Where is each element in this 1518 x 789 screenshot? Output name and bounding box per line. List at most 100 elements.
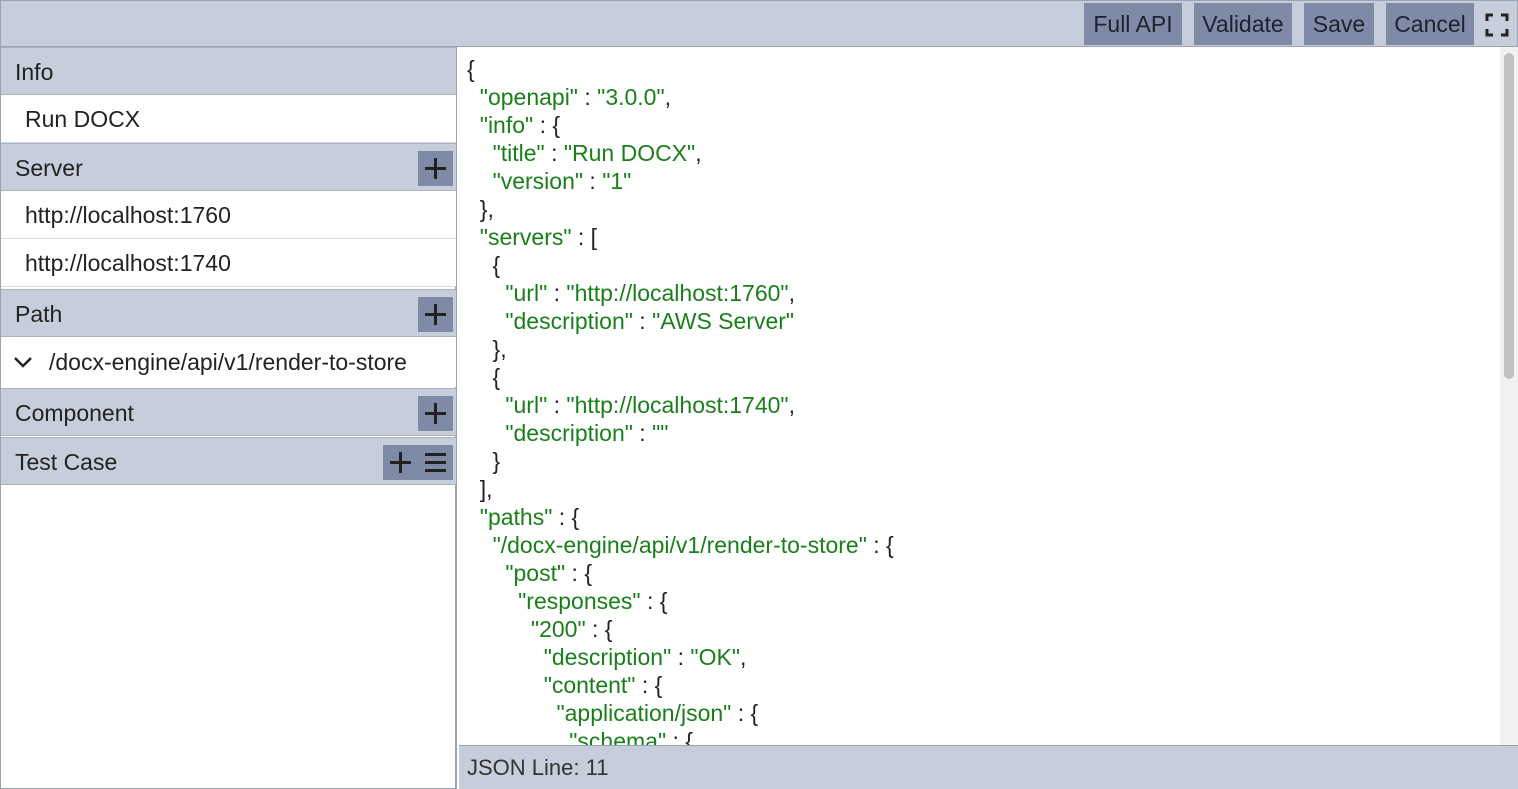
save-button[interactable]: Save (1304, 3, 1374, 45)
code-line[interactable]: "description" : "AWS Server" (467, 307, 894, 335)
code-line[interactable]: { (467, 251, 894, 279)
json-punct: : (671, 644, 691, 670)
json-key: "servers" (479, 224, 572, 250)
code-line[interactable]: "/docx-engine/api/v1/render-to-store" : … (467, 531, 894, 559)
top-toolbar: Full API Validate Save Cancel (0, 0, 1518, 47)
json-key: "url" (505, 280, 548, 306)
code-line[interactable]: "description" : "OK", (467, 643, 894, 671)
json-key: "info" (479, 112, 534, 138)
add-server-button[interactable] (418, 151, 453, 186)
info-item-title[interactable]: Run DOCX (1, 95, 456, 143)
component-header-label: Component (15, 400, 134, 426)
server-header-label: Server (15, 155, 83, 181)
json-line-status: JSON Line: 11 (467, 755, 609, 780)
code-line[interactable]: "content" : { (467, 671, 894, 699)
json-punct (467, 728, 569, 745)
json-key: "/docx-engine/api/v1/render-to-store" (492, 532, 867, 558)
code-line[interactable]: "application/json" : { (467, 699, 894, 727)
path-header-label: Path (15, 301, 63, 327)
json-key: "200" (530, 616, 586, 642)
cancel-button[interactable]: Cancel (1386, 3, 1474, 45)
server-section-header: Server (1, 143, 456, 191)
code-line[interactable]: "description" : "" (467, 419, 894, 447)
json-punct (467, 700, 556, 726)
code-line[interactable]: "url" : "http://localhost:1760", (467, 279, 894, 307)
json-punct (467, 168, 493, 194)
code-line[interactable]: { (467, 363, 894, 391)
json-key: "openapi" (479, 84, 578, 110)
left-panel: Info Run DOCX Server http://localhost:17… (0, 47, 457, 789)
json-punct: : (547, 392, 567, 418)
code-line[interactable]: "servers" : [ (467, 223, 894, 251)
test-case-section-header: Test Case (1, 437, 456, 485)
json-string: "" (652, 420, 669, 446)
json-punct (467, 616, 531, 642)
test-case-menu-button[interactable] (418, 445, 453, 480)
json-key: "title" (492, 140, 545, 166)
scrollbar-thumb[interactable] (1504, 53, 1514, 379)
code-line[interactable]: "version" : "1" (467, 167, 894, 195)
code-line[interactable]: }, (467, 195, 894, 223)
code-line[interactable]: "title" : "Run DOCX", (467, 139, 894, 167)
code-line[interactable]: "paths" : { (467, 503, 894, 531)
json-punct: : { (552, 504, 580, 530)
json-punct: : { (635, 672, 663, 698)
server-item[interactable]: http://localhost:1760 (1, 191, 456, 239)
code-line[interactable]: "responses" : { (467, 587, 894, 615)
add-test-case-button[interactable] (383, 445, 418, 480)
editor-scrollbar[interactable] (1500, 47, 1518, 745)
code-line[interactable]: "url" : "http://localhost:1740", (467, 391, 894, 419)
json-punct: : (544, 140, 564, 166)
json-code[interactable]: { "openapi" : "3.0.0", "info" : { "title… (467, 55, 894, 745)
json-punct: ], (467, 476, 493, 502)
code-line[interactable]: } (467, 447, 894, 475)
fullscreen-icon[interactable] (1485, 13, 1509, 37)
server-item[interactable]: http://localhost:1740 (1, 239, 456, 287)
json-string: "Run DOCX" (563, 140, 696, 166)
json-punct: : { (565, 560, 593, 586)
plus-icon (425, 304, 446, 325)
code-line[interactable]: }, (467, 335, 894, 363)
code-line[interactable]: ], (467, 475, 894, 503)
json-punct: , (695, 140, 702, 166)
json-punct (467, 308, 505, 334)
json-punct (467, 112, 480, 138)
json-punct (467, 560, 505, 586)
json-punct (467, 504, 480, 530)
json-key: "schema" (569, 728, 667, 745)
code-line[interactable]: "schema" : { (467, 727, 894, 745)
json-punct (467, 672, 544, 698)
add-component-button[interactable] (418, 396, 453, 431)
code-line[interactable]: { (467, 55, 894, 83)
json-punct: : (583, 168, 603, 194)
chevron-down-icon[interactable] (13, 353, 33, 371)
json-punct (467, 588, 518, 614)
json-key: "version" (492, 168, 584, 194)
json-punct (467, 644, 544, 670)
validate-button[interactable]: Validate (1194, 3, 1292, 45)
json-string: "AWS Server" (652, 308, 795, 334)
info-section-header: Info (1, 47, 456, 95)
json-editor[interactable]: { "openapi" : "3.0.0", "info" : { "title… (459, 47, 1518, 745)
json-punct: , (664, 84, 672, 110)
json-key: "responses" (518, 588, 641, 614)
json-punct: { (467, 252, 501, 278)
json-punct (467, 224, 480, 250)
add-path-button[interactable] (418, 297, 453, 332)
json-punct (467, 84, 480, 110)
full-api-button[interactable]: Full API (1084, 3, 1182, 45)
json-punct: : (547, 280, 567, 306)
json-punct: : (632, 308, 653, 334)
json-punct (467, 392, 505, 418)
path-item-label: /docx-engine/api/v1/render-to-store (49, 349, 407, 375)
json-punct: : { (533, 112, 561, 138)
code-line[interactable]: "openapi" : "3.0.0", (467, 83, 894, 111)
json-punct (467, 140, 493, 166)
code-line[interactable]: "info" : { (467, 111, 894, 139)
json-string: "1" (602, 168, 632, 194)
code-line[interactable]: "200" : { (467, 615, 894, 643)
json-punct: : { (640, 588, 668, 614)
code-line[interactable]: "post" : { (467, 559, 894, 587)
path-item[interactable]: /docx-engine/api/v1/render-to-store (1, 337, 456, 387)
json-punct: { (467, 56, 475, 82)
